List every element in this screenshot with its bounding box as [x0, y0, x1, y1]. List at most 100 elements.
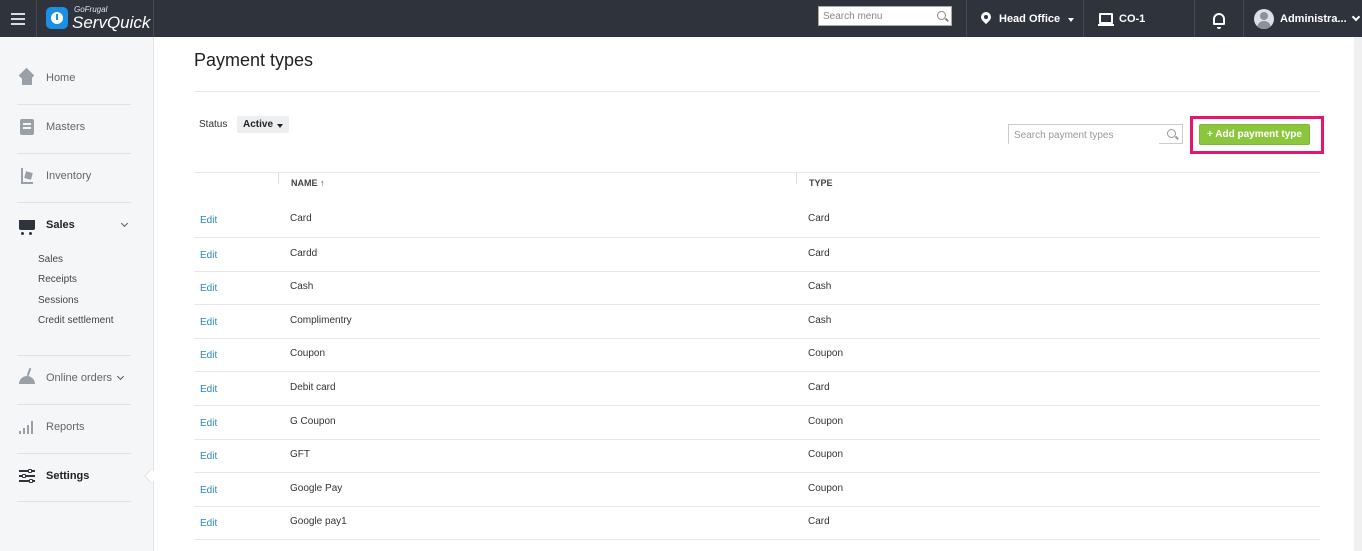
sidebar-item-label: Settings: [46, 470, 90, 482]
payment-type-cell: Cash: [808, 314, 832, 326]
table-top-border: [194, 172, 1320, 173]
location-selector[interactable]: Head Office: [981, 0, 1075, 37]
table-row: Edit G Coupon Coupon: [194, 406, 1320, 440]
edit-link[interactable]: Edit: [200, 418, 217, 429]
status-value: Active: [243, 119, 274, 130]
sidebar-item-label: Online orders: [46, 372, 113, 384]
sidebar-item-label: Reports: [46, 421, 85, 433]
sidebar-item-online-orders[interactable]: Online orders: [17, 354, 131, 402]
page-title: Payment types: [194, 50, 314, 70]
status-dropdown[interactable]: Active: [237, 116, 290, 133]
search-payment-types-input[interactable]: [1009, 126, 1159, 145]
sidebar-subitem-sessions[interactable]: Sessions: [38, 295, 79, 306]
sidebar-subitem-receipts[interactable]: Receipts: [38, 274, 77, 285]
edit-link[interactable]: Edit: [200, 451, 217, 462]
clock-logo-icon: [46, 7, 68, 29]
sidebar-item-label: Home: [46, 72, 76, 84]
table-row: Edit GFT Coupon: [194, 439, 1320, 474]
payment-name-cell: Debit card: [290, 382, 336, 393]
home-icon: [19, 72, 35, 85]
app-logo[interactable]: GoFrugal ServQuick: [46, 3, 150, 33]
sidebar-subitem-sales[interactable]: Sales: [38, 254, 63, 265]
edit-link[interactable]: Edit: [200, 485, 217, 496]
table-row: Edit Complimentry Cash: [194, 305, 1320, 339]
sidebar-item-reports[interactable]: Reports: [17, 403, 131, 451]
payment-name-cell: Complimentry: [290, 314, 352, 326]
divider: [966, 0, 967, 37]
payment-name-cell: Google pay1: [290, 516, 347, 528]
bell-icon: [1213, 12, 1225, 29]
divider: [194, 91, 1320, 92]
location-pin-icon: [981, 12, 991, 26]
caret-down-icon: [277, 123, 284, 128]
payment-type-cell: Card: [808, 382, 830, 393]
avatar-icon: [1254, 8, 1274, 29]
edit-link[interactable]: Edit: [200, 250, 217, 261]
inventory-icon: [21, 168, 33, 184]
sidebar-item-sales[interactable]: Sales: [17, 201, 131, 249]
table-row: Edit Google pay1 Card: [194, 506, 1320, 541]
edit-link[interactable]: Edit: [200, 518, 217, 529]
payment-type-cell: Card: [808, 247, 830, 259]
payment-name-cell: G Coupon: [290, 415, 336, 427]
online-orders-icon: [19, 376, 35, 384]
notifications-button[interactable]: [1213, 0, 1225, 37]
scrollbar-track[interactable]: [1354, 37, 1362, 551]
chevron-down-icon: [1351, 12, 1360, 22]
counter-selector[interactable]: CO-1: [1098, 0, 1145, 37]
edit-link[interactable]: Edit: [200, 283, 217, 294]
payment-name-cell: Cash: [290, 281, 314, 293]
sidebar: Home Masters Inventory Sales Sales Recei…: [0, 37, 154, 551]
payment-type-cell: Card: [808, 516, 830, 528]
divider: [17, 501, 131, 502]
edit-link[interactable]: Edit: [200, 350, 217, 361]
monitor-icon: [1098, 13, 1114, 26]
edit-link[interactable]: Edit: [200, 384, 217, 395]
hamburger-menu-icon[interactable]: [0, 0, 37, 37]
column-divider: [796, 172, 797, 184]
sidebar-item-home[interactable]: Home: [17, 54, 131, 102]
search-menu-input[interactable]: [819, 10, 929, 22]
search-icon[interactable]: [937, 11, 946, 20]
search-payment-types-field[interactable]: [1008, 124, 1183, 145]
location-label: Head Office: [999, 12, 1061, 25]
sidebar-item-inventory[interactable]: Inventory: [17, 152, 131, 200]
edit-link[interactable]: Edit: [200, 317, 217, 328]
sidebar-item-label: Inventory: [46, 170, 92, 182]
status-label: Status: [199, 119, 228, 130]
divider: [1243, 0, 1244, 37]
payment-name-cell: Card: [290, 213, 312, 224]
chevron-down-icon: [120, 219, 129, 228]
payment-name-cell: Cardd: [290, 247, 318, 259]
divider: [1083, 0, 1084, 37]
caret-down-icon: [1068, 17, 1075, 22]
payment-type-cell: Coupon: [808, 348, 844, 360]
sidebar-item-settings[interactable]: Settings: [17, 452, 131, 500]
column-header-name[interactable]: NAME ↑: [291, 178, 325, 188]
search-icon[interactable]: [1167, 129, 1176, 138]
user-name: Administra...: [1280, 12, 1347, 25]
user-menu[interactable]: Administra...: [1254, 0, 1360, 37]
add-payment-type-button[interactable]: + Add payment type: [1199, 124, 1310, 145]
payment-type-cell: Card: [808, 213, 830, 224]
table-row: Edit Coupon Coupon: [194, 338, 1320, 373]
chevron-down-icon: [117, 372, 125, 381]
payment-type-cell: Coupon: [808, 482, 844, 494]
cart-icon: [19, 220, 35, 235]
payment-type-cell: Coupon: [808, 449, 844, 461]
logo-big-text: ServQuick: [72, 12, 151, 32]
payment-name-cell: Coupon: [290, 348, 326, 360]
sidebar-item-masters[interactable]: Masters: [17, 103, 131, 151]
divider: [1194, 0, 1195, 37]
reports-icon: [19, 420, 35, 434]
table-row: Edit Cash Cash: [194, 271, 1320, 306]
sidebar-item-label: Masters: [46, 121, 86, 133]
settings-icon: [19, 469, 35, 483]
search-menu-field[interactable]: [818, 6, 952, 26]
divider: [153, 0, 154, 37]
column-header-type[interactable]: TYPE: [809, 178, 833, 188]
sidebar-subitem-credit-settlement[interactable]: Credit settlement: [38, 315, 114, 326]
payment-type-cell: Cash: [808, 281, 832, 293]
column-divider: [278, 172, 279, 184]
edit-link[interactable]: Edit: [200, 215, 217, 226]
